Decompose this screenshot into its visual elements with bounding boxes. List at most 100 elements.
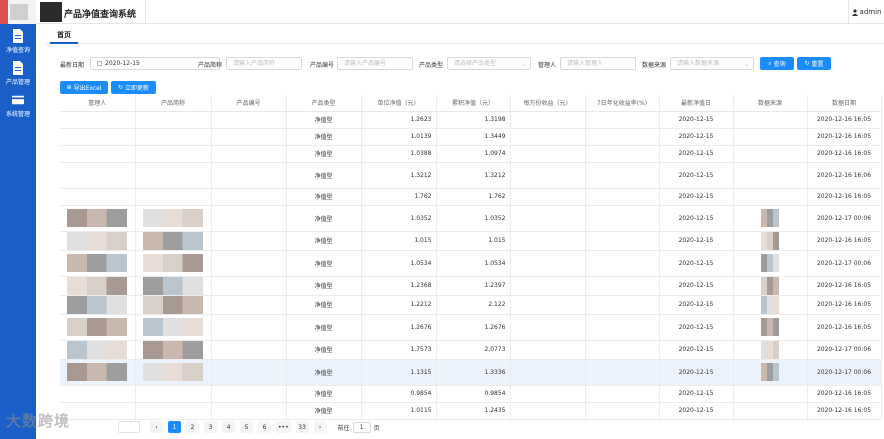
export-icon: ⊕: [66, 84, 72, 91]
update-now-button[interactable]: ↻ 立即更新: [111, 81, 156, 94]
brand-mark: [40, 2, 62, 22]
column-header[interactable]: 每万份收益（元）: [510, 95, 586, 112]
per-10k-yield-cell: [510, 402, 586, 420]
sidebar-item-nav-query[interactable]: 净值查询: [0, 24, 36, 56]
redacted-block: [143, 254, 203, 272]
table-row[interactable]: 净值型 0.9854 0.9854 2020-12-15 2020-12-16 16:0…: [60, 385, 882, 403]
manager-cell: [60, 276, 136, 296]
data-source-cell: [733, 295, 808, 315]
page-ellipsis[interactable]: •••: [276, 421, 291, 433]
update-button-label: 立即更新: [125, 85, 150, 92]
prev-page-button[interactable]: ‹: [150, 421, 163, 433]
product-type-cell: 净值型: [286, 188, 362, 206]
acc-nav-cell: 0.9854: [436, 385, 511, 403]
table-row[interactable]: 净值型 1.0534 1.0534 2020-12-15 2020-12-17 00:0…: [60, 250, 882, 277]
column-header[interactable]: 最新净值日: [659, 95, 734, 112]
per-10k-yield-cell: [510, 340, 586, 360]
per-10k-yield-cell: [510, 162, 586, 189]
table-row[interactable]: 净值型 1.1315 1.3336 2020-12-15 2020-12-17 00:0…: [60, 359, 882, 386]
table-row[interactable]: 净值型 1.2212 2.122 2020-12-15 2020-12-16 16:05: [60, 295, 882, 315]
nav-date-cell: 2020-12-15: [659, 250, 734, 277]
acc-nav-cell: 2.0773: [436, 340, 511, 360]
user-menu[interactable]: admin: [848, 0, 884, 24]
table-row[interactable]: 净值型 1.0388 1.0974 2020-12-15 2020-12-16 16:0…: [60, 145, 882, 163]
page-size-select[interactable]: [118, 421, 140, 433]
nav-date-cell: 2020-12-15: [659, 188, 734, 206]
table-row[interactable]: 净值型 1.0352 1.0352 2020-12-15 2020-12-17 00:0…: [60, 205, 882, 232]
manager-cell: [60, 111, 136, 129]
reset-button-label: 重置: [811, 61, 824, 68]
sidebar-item-label: 净值查询: [5, 47, 30, 54]
product-type-label: 产品类型: [419, 62, 444, 69]
unit-nav-cell: 1.0115: [361, 402, 437, 420]
product-short-input[interactable]: 请输入产品简称: [226, 57, 302, 70]
next-page-button[interactable]: ›: [313, 421, 327, 433]
table-row[interactable]: 净值型 1.2676 1.2676 2020-12-15 2020-12-16 16:0…: [60, 314, 882, 341]
acc-nav-cell: 1.0534: [436, 250, 511, 277]
product-short-cell: [135, 231, 212, 251]
unit-nav-cell: 1.2676: [361, 314, 437, 341]
product-short-cell: [135, 250, 212, 277]
table-row[interactable]: 净值型 1.3212 1.3212 2020-12-15 2020-12-16 16:0…: [60, 162, 882, 189]
reset-button[interactable]: ↻ 重置: [797, 57, 831, 70]
redacted-block: [761, 340, 779, 358]
table-row[interactable]: 净值型 1.2368 1.2397 2020-12-15 2020-12-16 16:0…: [60, 276, 882, 296]
product-type-select[interactable]: 请选择产品类型 ⌄: [447, 57, 531, 70]
acc-nav-cell: 1.3212: [436, 162, 511, 189]
redacted-block: [761, 254, 779, 272]
product-short-cell: [135, 359, 212, 386]
nav-date-cell: 2020-12-15: [659, 145, 734, 163]
per-10k-yield-cell: [510, 295, 586, 315]
acc-nav-cell: 1.3336: [436, 359, 511, 386]
column-header[interactable]: 累积净值（元）: [436, 95, 511, 112]
column-header[interactable]: 7日年化收益率(%): [585, 95, 660, 112]
table-row[interactable]: 净值型 1.2623 1.3198 2020-12-15 2020-12-16 16:0…: [60, 111, 882, 129]
table-row[interactable]: 净值型 1.762 1.762 2020-12-15 2020-12-16 16:05: [60, 188, 882, 206]
table-row[interactable]: 净值型 1.0115 1.2435 2020-12-15 2020-12-16 16:0…: [60, 402, 882, 420]
sidebar-item-product-mgmt[interactable]: 产品管理: [0, 56, 36, 88]
column-header[interactable]: 产品简称: [135, 95, 212, 112]
product-type-placeholder: 请选择产品类型: [454, 60, 497, 67]
page-button[interactable]: 2: [186, 421, 199, 433]
goto-prefix: 前往: [337, 424, 350, 432]
sidebar-item-system-mgmt[interactable]: 系统管理: [0, 88, 36, 120]
page-button[interactable]: 1: [168, 421, 181, 433]
export-excel-button[interactable]: ⊕ 导出Excel: [60, 81, 108, 94]
table-row[interactable]: 净值型 1.0139 1.3449 2020-12-15 2020-12-16 16:0…: [60, 128, 882, 146]
column-header[interactable]: 单位净值（元）: [361, 95, 437, 112]
sidebar-item-label: 系统管理: [5, 111, 30, 118]
goto-page-input[interactable]: 1: [352, 421, 371, 433]
page-button[interactable]: 6: [258, 421, 271, 433]
seven-day-yield-cell: [585, 295, 660, 315]
column-header[interactable]: 数据来源: [733, 95, 808, 112]
column-header[interactable]: 产品编号: [211, 95, 287, 112]
product-type-cell: 净值型: [286, 340, 362, 360]
table-row[interactable]: 净值型 1.7573 2.0773 2020-12-15 2020-12-17 00:0…: [60, 340, 882, 360]
column-header[interactable]: 产品类型: [286, 95, 362, 112]
manager-input[interactable]: 请输入管理人: [560, 57, 636, 70]
query-button[interactable]: ⌕ 查询: [760, 57, 794, 70]
redacted-block: [67, 318, 128, 336]
page-button[interactable]: 3: [204, 421, 217, 433]
search-icon: ⌕: [768, 59, 772, 67]
seven-day-yield-cell: [585, 385, 660, 403]
source-input[interactable]: 请输入数据来源 ⌄: [670, 57, 754, 70]
nav-date-cell: 2020-12-15: [659, 128, 734, 146]
data-date-cell: 2020-12-16 16:05: [807, 111, 882, 129]
page-button[interactable]: 33: [295, 421, 309, 433]
product-short-cell: [135, 340, 212, 360]
redacted-block: [761, 295, 779, 313]
tab-home[interactable]: 首页: [50, 26, 78, 44]
tab-bar: 首页: [46, 26, 884, 44]
product-code-input[interactable]: 请输入产品编号: [337, 57, 413, 70]
table-row[interactable]: 净值型 1.015 1.015 2020-12-15 2020-12-16 16:05: [60, 231, 882, 251]
column-header[interactable]: 管理人: [60, 95, 136, 112]
manager-cell: [60, 188, 136, 206]
product-type-cell: 净值型: [286, 314, 362, 341]
page-button[interactable]: 5: [240, 421, 253, 433]
page-button[interactable]: 4: [222, 421, 235, 433]
unit-nav-cell: 1.2212: [361, 295, 437, 315]
per-10k-yield-cell: [510, 314, 586, 341]
column-header[interactable]: 数据日期: [807, 95, 882, 112]
product-code-cell: [211, 295, 287, 315]
